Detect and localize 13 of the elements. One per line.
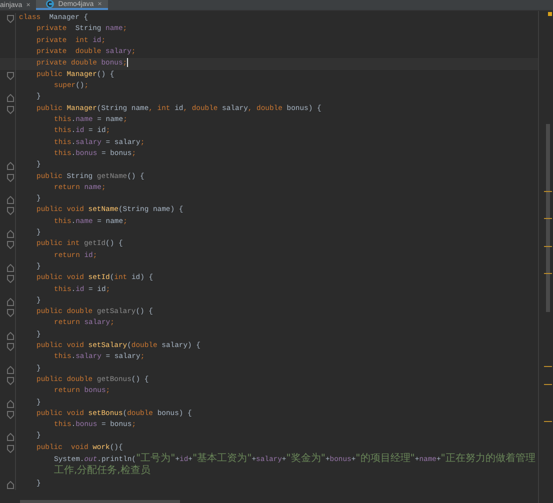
warning-marker[interactable] — [544, 421, 552, 422]
text-cursor — [127, 58, 128, 68]
warning-marker[interactable] — [544, 384, 552, 385]
warning-marker[interactable] — [544, 273, 552, 274]
fold-icon[interactable] — [7, 15, 14, 23]
status-icon — [548, 12, 552, 16]
fold-icon[interactable] — [7, 72, 14, 80]
class-icon — [46, 0, 54, 8]
warning-marker[interactable] — [544, 366, 552, 367]
warning-marker[interactable] — [544, 218, 552, 219]
warning-marker[interactable] — [544, 191, 552, 192]
warning-marker[interactable] — [544, 246, 552, 247]
fold-icon[interactable] — [7, 480, 14, 489]
